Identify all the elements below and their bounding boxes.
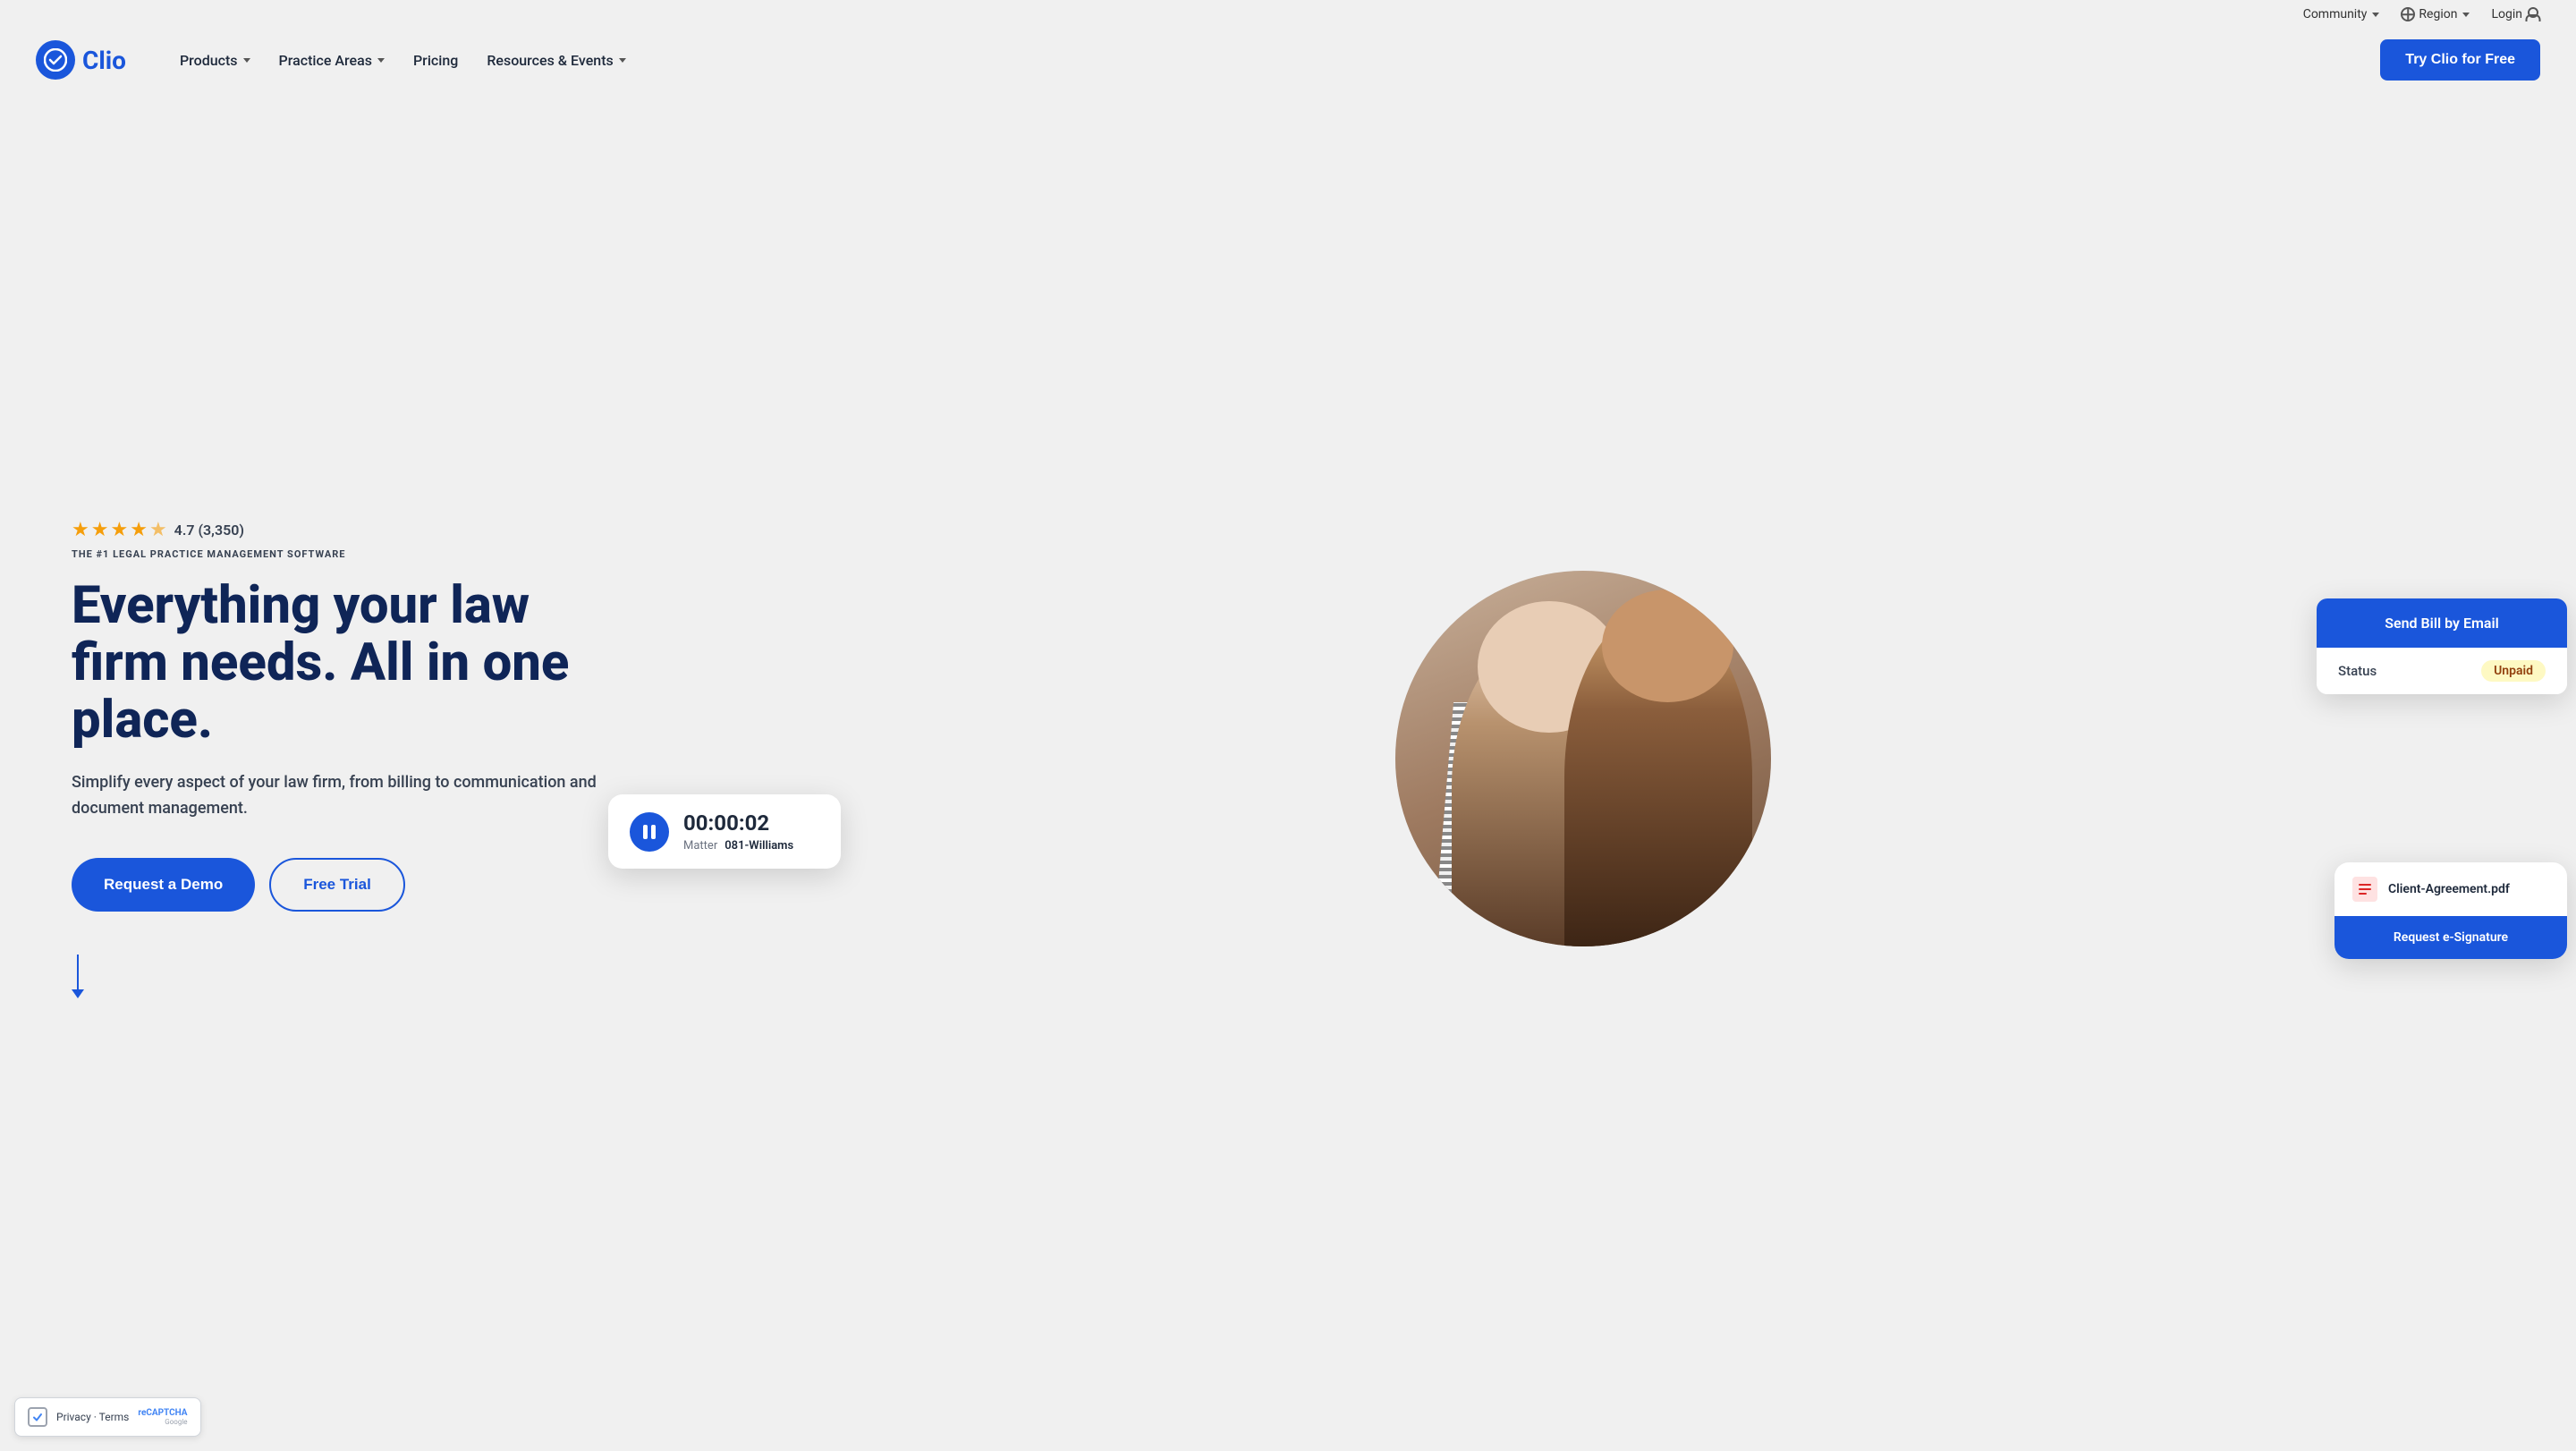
nav-links: Products Practice Areas Pricing Resource… xyxy=(169,45,2351,76)
hero-section: ★ ★ ★ ★ ★ 4.7 (3,350) THE #1 LEGAL PRACT… xyxy=(0,91,2576,1444)
hero-title: Everything your law firm needs. All in o… xyxy=(72,578,626,749)
document-card: Client-Agreement.pdf Request e-Signature xyxy=(2334,862,2567,959)
request-demo-button[interactable]: Request a Demo xyxy=(72,858,255,912)
free-trial-button[interactable]: Free Trial xyxy=(269,858,405,912)
arrow-head-icon xyxy=(72,989,84,998)
logo[interactable]: Clio xyxy=(36,40,126,80)
main-navbar: Clio Products Practice Areas Pricing Res… xyxy=(0,29,2576,91)
arrow-line xyxy=(77,955,79,990)
resources-events-label: Resources & Events xyxy=(487,52,613,69)
doc-line-2 xyxy=(2359,888,2371,890)
recaptcha-text: Privacy · Terms xyxy=(56,1411,129,1423)
scroll-arrow[interactable] xyxy=(72,955,84,998)
document-filename: Client-Agreement.pdf xyxy=(2388,882,2510,896)
nav-products[interactable]: Products xyxy=(169,45,261,76)
unpaid-badge: Unpaid xyxy=(2481,660,2546,682)
request-esignature-button[interactable]: Request e-Signature xyxy=(2334,916,2567,959)
timer-display: 00:00:02 xyxy=(683,810,793,836)
timer-content: 00:00:02 Matter 081-Williams xyxy=(683,810,793,853)
doc-line-1 xyxy=(2359,884,2371,886)
pause-icon xyxy=(643,825,656,839)
star-1: ★ xyxy=(72,519,89,541)
logo-icon xyxy=(36,40,75,80)
nav-pricing[interactable]: Pricing xyxy=(402,45,469,76)
community-chevron-icon xyxy=(2372,13,2379,17)
pdf-lines xyxy=(2359,884,2371,895)
matter-row: Matter 081-Williams xyxy=(683,839,793,853)
pause-button[interactable] xyxy=(630,812,669,852)
star-5-half: ★ xyxy=(149,519,167,541)
star-3: ★ xyxy=(110,519,128,541)
recaptcha-logo: reCAPTCHA xyxy=(138,1408,187,1418)
nav-practice-areas[interactable]: Practice Areas xyxy=(268,45,395,76)
community-label: Community xyxy=(2303,7,2368,21)
rating-text: 4.7 (3,350) xyxy=(174,522,244,539)
products-chevron-icon xyxy=(243,58,250,63)
star-rating: ★ ★ ★ ★ ★ xyxy=(72,519,167,541)
hero-content: ★ ★ ★ ★ ★ 4.7 (3,350) THE #1 LEGAL PRACT… xyxy=(72,519,626,998)
recaptcha-logo-area: reCAPTCHA Google xyxy=(138,1408,187,1426)
send-bill-card: Send Bill by Email Status Unpaid xyxy=(2317,598,2567,694)
pricing-label: Pricing xyxy=(413,52,458,69)
privacy-link[interactable]: Privacy xyxy=(56,1411,91,1423)
person-2-face xyxy=(1602,590,1733,702)
products-label: Products xyxy=(180,52,238,69)
community-menu[interactable]: Community xyxy=(2303,7,2380,21)
recaptcha-widget: Privacy · Terms reCAPTCHA Google xyxy=(14,1397,201,1437)
matter-label: Matter xyxy=(683,839,717,853)
separator: · xyxy=(94,1411,97,1423)
rating-row: ★ ★ ★ ★ ★ 4.7 (3,350) xyxy=(72,519,626,541)
status-label: Status xyxy=(2338,663,2377,679)
people-photo xyxy=(1395,571,1771,946)
status-row: Status Unpaid xyxy=(2317,648,2567,694)
practice-areas-chevron-icon xyxy=(377,58,385,63)
region-label: Region xyxy=(2419,7,2457,21)
document-row: Client-Agreement.pdf xyxy=(2334,862,2567,916)
star-4: ★ xyxy=(130,519,148,541)
login-label: Login xyxy=(2491,7,2522,21)
nav-resources-events[interactable]: Resources & Events xyxy=(476,45,636,76)
recaptcha-checkbox[interactable] xyxy=(28,1407,47,1427)
recaptcha-branding: Google xyxy=(165,1418,187,1426)
send-bill-button[interactable]: Send Bill by Email xyxy=(2317,598,2567,648)
pause-bar-left xyxy=(643,825,648,839)
login-link[interactable]: Login xyxy=(2491,7,2540,21)
doc-line-3 xyxy=(2359,893,2367,895)
logo-text: Clio xyxy=(82,46,126,75)
timer-card: 00:00:02 Matter 081-Williams xyxy=(608,794,841,869)
top-utility-bar: Community Region Login xyxy=(0,0,2576,29)
globe-icon xyxy=(2401,7,2415,21)
region-chevron-icon xyxy=(2462,13,2470,17)
terms-link[interactable]: Terms xyxy=(99,1411,130,1423)
star-2: ★ xyxy=(91,519,109,541)
hero-visual: 00:00:02 Matter 081-Williams Send Bill b… xyxy=(626,508,2540,1009)
pdf-icon-bg xyxy=(2352,877,2377,902)
matter-value: 081-Williams xyxy=(724,839,793,853)
region-menu[interactable]: Region xyxy=(2401,7,2470,21)
resources-chevron-icon xyxy=(619,58,626,63)
hero-photo-circle xyxy=(1395,571,1771,946)
hero-buttons: Request a Demo Free Trial xyxy=(72,858,626,912)
pause-bar-right xyxy=(651,825,656,839)
hero-description: Simplify every aspect of your law firm, … xyxy=(72,770,626,822)
hero-subtitle: THE #1 LEGAL PRACTICE MANAGEMENT SOFTWAR… xyxy=(72,548,626,560)
practice-areas-label: Practice Areas xyxy=(279,52,372,69)
try-clio-button[interactable]: Try Clio for Free xyxy=(2380,39,2540,81)
document-icon xyxy=(2352,877,2377,902)
user-icon xyxy=(2526,7,2540,21)
